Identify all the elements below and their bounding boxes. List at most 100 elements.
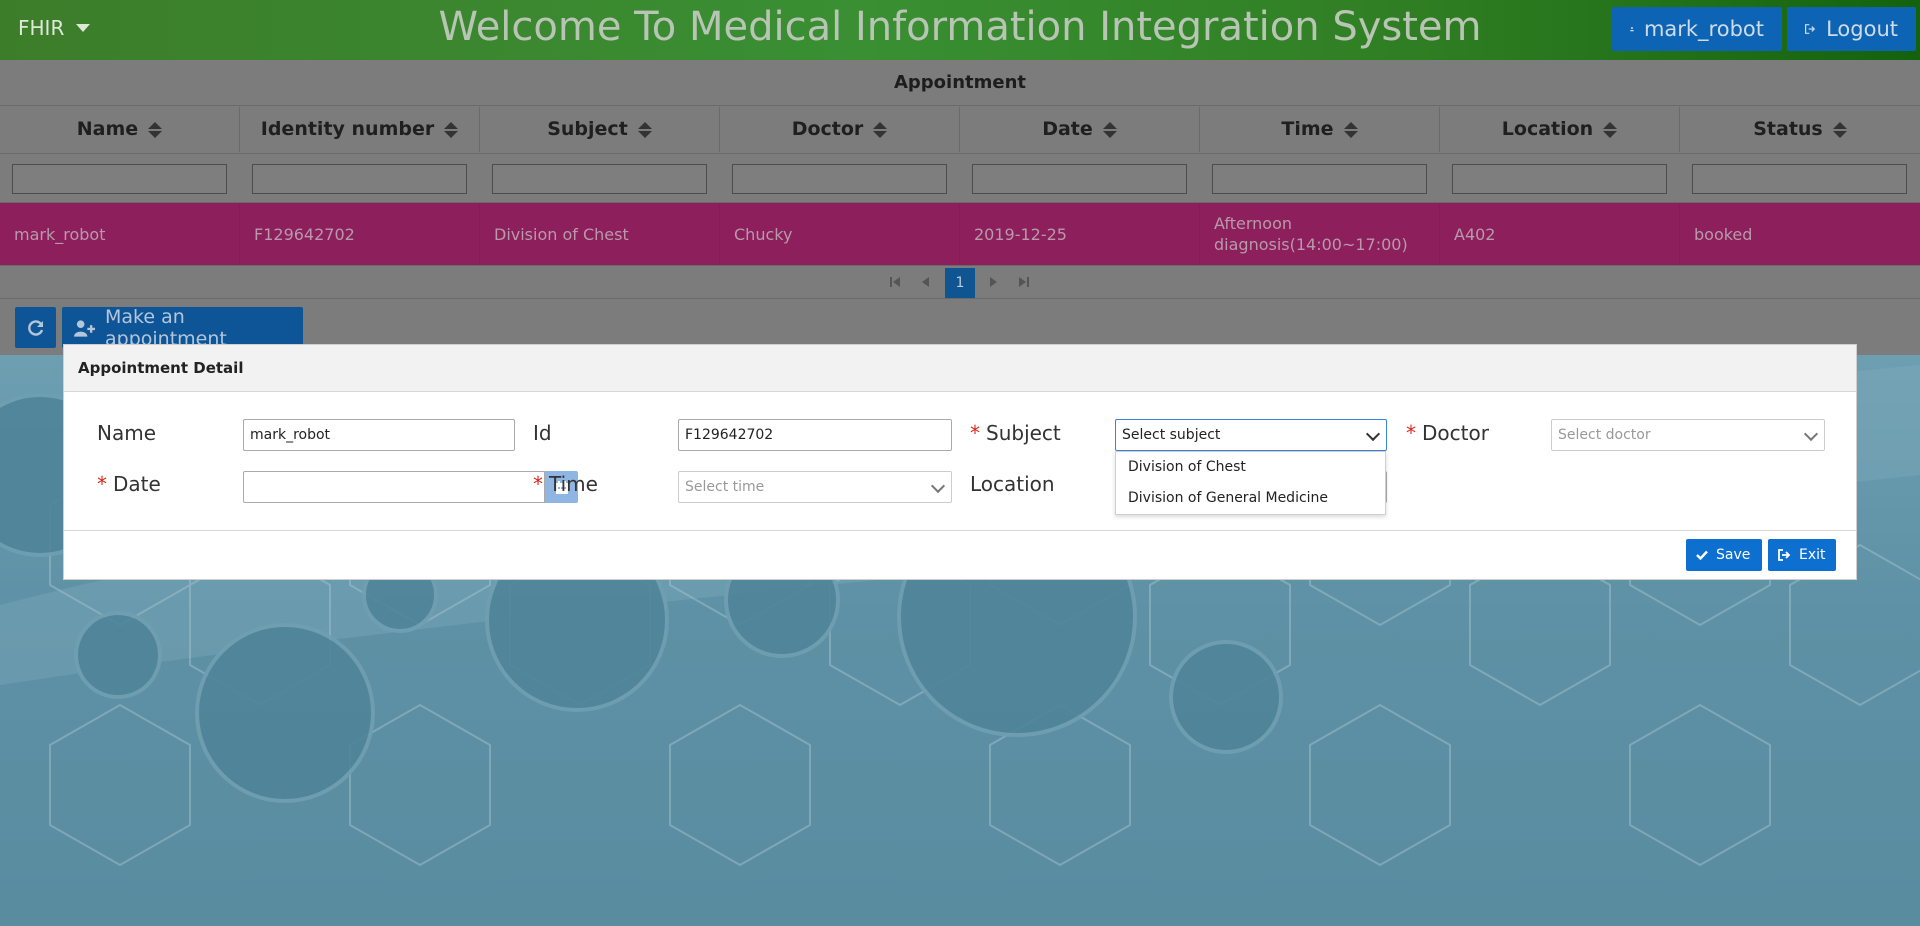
user-button-label: mark_robot: [1643, 17, 1764, 41]
save-button[interactable]: Save: [1686, 539, 1762, 571]
table-cell: Division of Chest: [480, 203, 720, 265]
name-label: Name: [97, 421, 156, 445]
logout-button[interactable]: Logout: [1787, 7, 1916, 51]
required-mark: *: [97, 472, 107, 496]
doctor-select-text: Select doctor: [1558, 427, 1651, 443]
sign-out-icon: [1778, 549, 1791, 561]
column-header-label: Location: [1501, 118, 1594, 140]
dialog-footer: [64, 530, 1856, 580]
subject-select[interactable]: Select subject: [1115, 419, 1387, 451]
date-label-text: Date: [113, 472, 161, 496]
dialog-title: Appointment Detail: [64, 345, 1856, 392]
filter-input-doctor[interactable]: [732, 164, 947, 194]
filter-input-name[interactable]: [12, 164, 227, 194]
sort-icon: [1832, 121, 1847, 138]
column-header-label: Status: [1753, 118, 1823, 140]
doctor-label: * Doctor: [1406, 421, 1489, 445]
column-header-date[interactable]: Date: [960, 107, 1200, 152]
subject-dropdown-list: Division of Chest Division of General Me…: [1115, 451, 1386, 515]
name-input[interactable]: mark_robot: [243, 419, 515, 451]
check-icon: [1696, 550, 1708, 560]
sort-icon: [1343, 121, 1358, 138]
id-label: Id: [533, 421, 552, 445]
sort-icon: [637, 121, 652, 138]
sort-icon: [148, 121, 163, 138]
table-cell: F129642702: [240, 203, 480, 265]
filter-input-date[interactable]: [972, 164, 1187, 194]
sort-icon: [444, 121, 459, 138]
sort-icon: [1603, 121, 1618, 138]
table-cell: Afternoon diagnosis(14:00~17:00): [1200, 203, 1440, 265]
required-mark: *: [533, 472, 543, 496]
appointment-detail-dialog: Appointment Detail Name mark_robot Id F1…: [63, 344, 1857, 580]
subject-option[interactable]: Division of Chest: [1116, 452, 1385, 483]
table-cell: 2019-12-25: [960, 203, 1200, 265]
user-plus-icon: [74, 319, 95, 337]
filter-input-identity-number[interactable]: [252, 164, 467, 194]
last-page-icon[interactable]: [1018, 276, 1030, 288]
time-select[interactable]: Select time: [678, 471, 952, 503]
refresh-button[interactable]: [15, 307, 56, 348]
column-header-subject[interactable]: Subject: [480, 107, 720, 152]
table-cell: booked: [1694, 224, 1753, 244]
column-header-name[interactable]: Name: [0, 107, 240, 152]
date-label: * Date: [97, 472, 161, 496]
chevron-down-icon: [930, 478, 946, 494]
column-header-label: Time: [1281, 118, 1334, 140]
make-appointment-label: Make an appointment: [104, 305, 227, 350]
filter-row: [0, 153, 1920, 203]
table-cell: A402: [1440, 203, 1680, 265]
column-header-identity-number[interactable]: Identity number: [240, 107, 480, 152]
subject-label-text: Subject: [986, 421, 1061, 445]
chevron-down-icon: [1803, 426, 1819, 442]
subject-label: * Subject: [970, 421, 1061, 445]
make-appointment-button[interactable]: Make an appointment: [62, 305, 303, 350]
page-number-current[interactable]: 1: [945, 268, 975, 298]
doctor-label-text: Doctor: [1422, 421, 1489, 445]
next-page-icon[interactable]: [989, 276, 999, 288]
filter-input-status[interactable]: [1692, 164, 1907, 194]
time-select-text: Select time: [685, 479, 765, 495]
subject-select-text: Select subject: [1122, 427, 1221, 443]
refresh-icon: [27, 319, 43, 336]
logout-button-label: Logout: [1826, 17, 1898, 41]
sign-out-icon: [1805, 24, 1816, 34]
first-page-icon[interactable]: [889, 276, 901, 288]
doctor-select[interactable]: Select doctor: [1551, 419, 1825, 451]
column-header-time[interactable]: Time: [1200, 107, 1440, 152]
location-label: Location: [970, 472, 1055, 496]
table-row[interactable]: mark_robot F129642702 Division of Chest …: [0, 203, 1920, 265]
column-header-label: Doctor: [791, 118, 864, 140]
user-button[interactable]: mark_robot: [1612, 7, 1782, 51]
table-cell: mark_robot: [0, 203, 240, 265]
column-header-label: Name: [76, 118, 139, 140]
top-header: FHIR Welcome To Medical Information Inte…: [0, 0, 1920, 60]
required-mark: *: [970, 421, 980, 445]
time-label: * Time: [533, 472, 598, 496]
required-mark: *: [1406, 421, 1416, 445]
column-header-label: Subject: [547, 118, 628, 140]
sort-icon: [1102, 121, 1117, 138]
table-cell: Chucky: [720, 203, 960, 265]
save-button-label: Save: [1716, 547, 1751, 563]
appointment-grid: Appointment Name Identity number Subject…: [0, 60, 1920, 355]
column-header-label: Identity number: [260, 118, 435, 140]
exit-button[interactable]: Exit: [1768, 539, 1836, 571]
filter-input-subject[interactable]: [492, 164, 707, 194]
subject-option[interactable]: Division of General Medicine: [1116, 483, 1385, 514]
column-header-location[interactable]: Location: [1440, 107, 1680, 152]
id-label-text: Id: [533, 421, 552, 445]
exit-button-label: Exit: [1799, 547, 1826, 563]
id-input[interactable]: F129642702: [678, 419, 952, 451]
filter-input-location[interactable]: [1452, 164, 1667, 194]
sort-icon: [873, 121, 888, 138]
column-header-doctor[interactable]: Doctor: [720, 107, 960, 152]
name-label-text: Name: [97, 421, 157, 445]
location-label-text: Location: [970, 472, 1055, 496]
prev-page-icon[interactable]: [920, 276, 930, 288]
time-label-text: Time: [549, 472, 598, 496]
date-input[interactable]: [243, 471, 545, 503]
filter-input-time[interactable]: [1212, 164, 1427, 194]
grid-caption: Appointment: [0, 60, 1920, 106]
column-header-status[interactable]: Status: [1680, 107, 1920, 152]
